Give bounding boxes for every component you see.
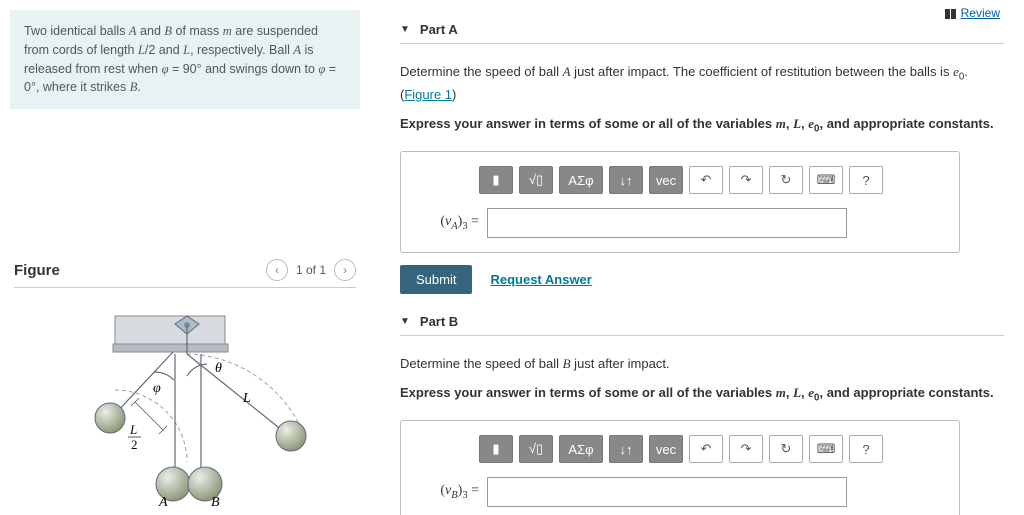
chevron-down-icon: ▼: [400, 24, 410, 35]
tool-reset[interactable]: ↻: [769, 435, 803, 463]
tool-redo[interactable]: ↷: [729, 435, 763, 463]
tool-undo[interactable]: ↶: [689, 166, 723, 194]
part-b-title: Part B: [420, 314, 458, 329]
tool-sqrt[interactable]: √▯: [519, 435, 553, 463]
tool-undo[interactable]: ↶: [689, 435, 723, 463]
svg-text:θ: θ: [215, 361, 222, 376]
part-b-prompt: Determine the speed of ball B just after…: [400, 354, 1004, 375]
svg-text:L: L: [242, 391, 251, 406]
part-a-header[interactable]: ▼ Part A: [400, 22, 1004, 44]
figure-next-button[interactable]: ›: [334, 259, 356, 281]
part-b-section: ▼ Part B Determine the speed of ball B j…: [400, 314, 1004, 515]
tool-vec[interactable]: vec: [649, 435, 683, 463]
chevron-down-icon: ▼: [400, 316, 410, 327]
part-a-prompt: Determine the speed of ball A just after…: [400, 62, 1004, 106]
figure-canvas: θ L L 2 φ A B: [14, 306, 356, 506]
figure-title: Figure: [14, 262, 60, 279]
tool-reset[interactable]: ↻: [769, 166, 803, 194]
part-b-express: Express your answer in terms of some or …: [400, 383, 1004, 406]
tool-updown[interactable]: ↓↑: [609, 166, 643, 194]
figure-pager-label: 1 of 1: [296, 263, 326, 277]
svg-text:A: A: [158, 495, 168, 506]
figure-svg: θ L L 2 φ A B: [55, 306, 315, 506]
figure-prev-button[interactable]: ‹: [266, 259, 288, 281]
tool-greek[interactable]: ΑΣφ: [559, 166, 603, 194]
svg-text:L: L: [129, 422, 137, 437]
part-b-input-row: (vB)3 =: [423, 477, 945, 507]
part-a-toolbar: ▮ √▯ ΑΣφ ↓↑ vec ↶ ↷ ↻ ⌨ ?: [479, 166, 945, 194]
part-a-title: Part A: [420, 22, 458, 37]
part-b-answer-input[interactable]: [487, 477, 847, 507]
review-link[interactable]: Review: [945, 6, 1000, 20]
right-column: Review ▼ Part A Determine the speed of b…: [370, 0, 1024, 515]
part-a-section: ▼ Part A Determine the speed of ball A j…: [400, 22, 1004, 294]
tool-updown[interactable]: ↓↑: [609, 435, 643, 463]
tool-greek[interactable]: ΑΣφ: [559, 435, 603, 463]
flag-icon: [945, 8, 957, 18]
tool-help[interactable]: ?: [849, 166, 883, 194]
tool-keyboard[interactable]: ⌨: [809, 435, 843, 463]
tool-keyboard[interactable]: ⌨: [809, 166, 843, 194]
figure-block: Figure ‹ 1 of 1 ›: [10, 259, 360, 506]
part-b-answer-box: ▮ √▯ ΑΣφ ↓↑ vec ↶ ↷ ↻ ⌨ ? (vB)3 =: [400, 420, 960, 515]
tool-redo[interactable]: ↷: [729, 166, 763, 194]
svg-text:φ: φ: [153, 381, 161, 396]
part-b-body: Determine the speed of ball B just after…: [400, 336, 1004, 515]
part-a-request-answer[interactable]: Request Answer: [490, 272, 591, 287]
problem-statement: Two identical balls A and B of mass m ar…: [10, 10, 360, 109]
part-a-answer-input[interactable]: [487, 208, 847, 238]
figure-link: Figure 1: [404, 87, 452, 102]
tool-template[interactable]: ▮: [479, 435, 513, 463]
left-column: Two identical balls A and B of mass m ar…: [0, 0, 370, 515]
figure-header: Figure ‹ 1 of 1 ›: [14, 259, 356, 288]
figure-pager: ‹ 1 of 1 ›: [266, 259, 356, 281]
part-a-submit-row: Submit Request Answer: [400, 265, 1004, 294]
tool-help[interactable]: ?: [849, 435, 883, 463]
part-b-header[interactable]: ▼ Part B: [400, 314, 1004, 336]
part-a-express: Express your answer in terms of some or …: [400, 114, 1004, 137]
part-a-input-label: (vA)3 =: [423, 214, 479, 232]
part-a-input-row: (vA)3 =: [423, 208, 945, 238]
part-b-input-label: (vB)3 =: [423, 483, 479, 501]
part-b-toolbar: ▮ √▯ ΑΣφ ↓↑ vec ↶ ↷ ↻ ⌨ ?: [479, 435, 945, 463]
part-a-submit-button[interactable]: Submit: [400, 265, 472, 294]
tool-template[interactable]: ▮: [479, 166, 513, 194]
svg-text:B: B: [211, 495, 220, 506]
part-a-body: Determine the speed of ball A just after…: [400, 44, 1004, 294]
tool-sqrt[interactable]: √▯: [519, 166, 553, 194]
svg-text:2: 2: [131, 437, 138, 452]
tool-vec[interactable]: vec: [649, 166, 683, 194]
part-a-answer-box: ▮ √▯ ΑΣφ ↓↑ vec ↶ ↷ ↻ ⌨ ? (vA)3 =: [400, 151, 960, 253]
